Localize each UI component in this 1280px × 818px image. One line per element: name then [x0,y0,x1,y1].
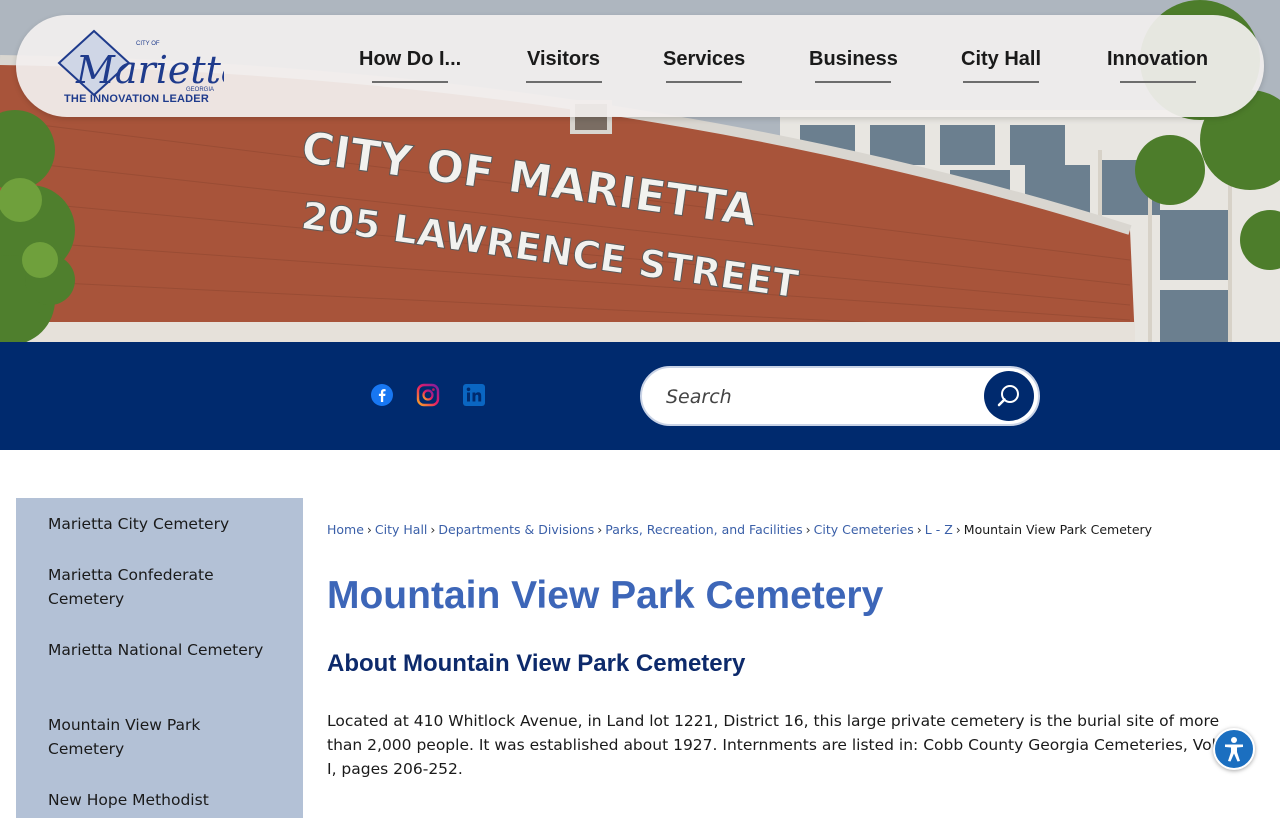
sidebar-item-marietta-national-cemetery[interactable]: Marietta National Cemetery [48,638,268,662]
breadcrumb-city-hall[interactable]: City Hall [375,522,427,537]
nav-business[interactable]: Business [809,48,898,71]
search-icon [997,385,1019,407]
search-button[interactable] [984,371,1034,421]
sidebar-item-marietta-confederate-cemetery[interactable]: Marietta Confederate Cemetery [48,563,268,611]
search-input[interactable] [666,382,966,412]
breadcrumb-separator: › [430,522,436,537]
logo-tagline: THE INNOVATION LEADER [64,93,209,105]
nav-visitors[interactable]: Visitors [527,48,600,71]
breadcrumb-home[interactable]: Home [327,522,364,537]
search-box [640,366,1040,426]
accessibility-icon [1225,737,1243,762]
breadcrumb-separator: › [597,522,603,537]
body-paragraph: Located at 410 Whitlock Avenue, in Land … [327,712,1221,778]
sidebar-nav: Marietta City Cemetery Marietta Confeder… [16,498,303,818]
sidebar-item-mountain-view-park-cemetery[interactable]: Mountain View Park Cemetery [48,713,228,761]
breadcrumb-city-cemeteries[interactable]: City Cemeteries [814,522,914,537]
nav-services[interactable]: Services [663,48,745,71]
breadcrumb: Home › City Hall › Departments & Divisions › P… [327,522,1152,537]
breadcrumb-separator: › [916,522,922,537]
breadcrumb-separator: › [805,522,811,537]
facebook-icon[interactable] [370,383,394,407]
logo-city-of: CITY OF [136,41,160,47]
section-heading: About Mountain View Park Cemetery [327,650,746,677]
nav-innovation[interactable]: Innovation [1107,48,1208,71]
nav-city-hall[interactable]: City Hall [961,48,1041,71]
breadcrumb-separator: › [366,522,372,537]
instagram-icon[interactable] [416,383,440,407]
accessibility-button[interactable] [1213,728,1255,770]
breadcrumb-departments[interactable]: Departments & Divisions [438,522,594,537]
logo-name: Marietta [75,48,224,92]
breadcrumb-parks[interactable]: Parks, Recreation, and Facilities [605,522,802,537]
nav-how-do-i[interactable]: How Do I... [359,48,461,71]
page-title: Mountain View Park Cemetery [327,574,884,617]
hero-banner: CITY OF MARIETTA 205 LAWRENCE STREET CIT… [0,0,1280,342]
main-navbar: CITY OF Marietta GEORGIA THE INNOVATION … [16,15,1264,117]
breadcrumb-separator: › [955,522,961,537]
sidebar-item-marietta-city-cemetery[interactable]: Marietta City Cemetery [48,512,268,536]
social-search-bar [0,342,1280,450]
sidebar-item-new-hope-methodist[interactable]: New Hope Methodist [48,788,268,812]
breadcrumb-l-z[interactable]: L - Z [925,522,953,537]
breadcrumb-current: Mountain View Park Cemetery [963,522,1153,537]
linkedin-icon[interactable] [462,383,486,407]
